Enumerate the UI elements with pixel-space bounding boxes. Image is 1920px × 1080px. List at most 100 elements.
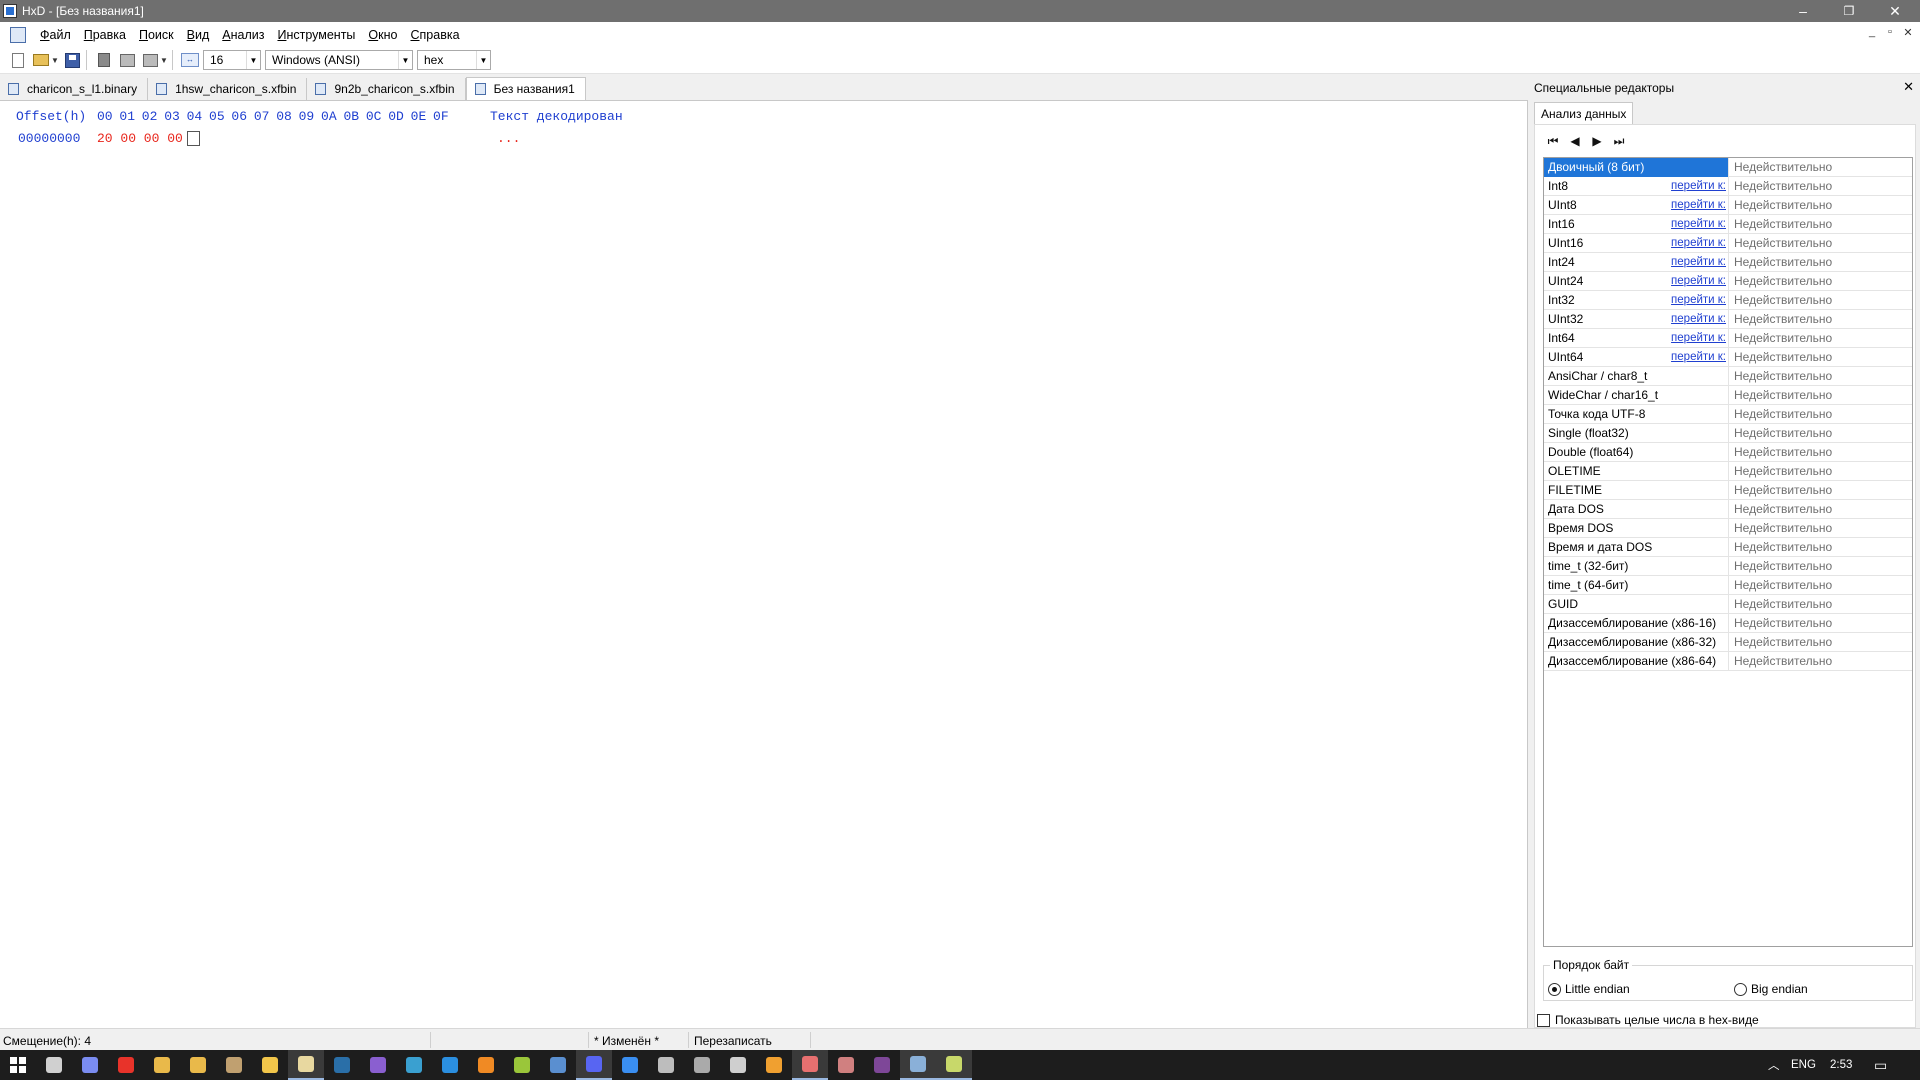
menu-window[interactable]: Окно <box>362 28 404 42</box>
inspector-row[interactable]: Время DOS Недействительно <box>1544 519 1912 538</box>
goto-link[interactable]: перейти к: <box>1667 196 1728 214</box>
taskbar-app-button[interactable] <box>828 1050 864 1080</box>
file-tab[interactable]: charicon_s_l1.binary <box>0 78 149 100</box>
taskbar-app-button[interactable] <box>504 1050 540 1080</box>
bytes-per-row-select[interactable]: 16 ▼ <box>203 50 261 70</box>
taskbar-app-button[interactable] <box>360 1050 396 1080</box>
inspector-row[interactable]: Дизассемблирование (x86-16) Недействитель… <box>1544 614 1912 633</box>
taskbar-app-button[interactable] <box>432 1050 468 1080</box>
panel-close-icon[interactable]: ✕ <box>1903 79 1914 95</box>
close-button[interactable]: ✕ <box>1872 0 1918 22</box>
inspector-row[interactable]: Дата DOS Недействительно <box>1544 500 1912 519</box>
export-dropdown-icon[interactable]: ▼ <box>160 56 168 65</box>
row-decoded-text[interactable]: ... <box>497 131 520 146</box>
export-button[interactable] <box>140 50 160 70</box>
taskbar-app-button[interactable] <box>684 1050 720 1080</box>
taskbar-app-button[interactable] <box>648 1050 684 1080</box>
inspector-row[interactable]: Double (float64) Недействительно <box>1544 443 1912 462</box>
inspector-row[interactable]: UInt24 перейти к: Недействительно <box>1544 272 1912 291</box>
notification-icon[interactable]: ▭ <box>1874 1050 1887 1080</box>
goto-link[interactable]: перейти к: <box>1667 215 1728 233</box>
menu-tools[interactable]: Инструменты <box>271 28 362 42</box>
goto-link[interactable]: перейти к: <box>1667 253 1728 271</box>
inspector-row[interactable]: Дизассемблирование (x86-64) Недействитель… <box>1544 652 1912 671</box>
taskbar-app-button[interactable] <box>144 1050 180 1080</box>
menu-edit[interactable]: Правка <box>78 28 133 42</box>
save-button[interactable] <box>62 50 82 70</box>
charset-select[interactable]: Windows (ANSI) ▼ <box>265 50 413 70</box>
inspector-row[interactable]: time_t (32-бит) Недействительно <box>1544 557 1912 576</box>
next-icon[interactable]: ▶ <box>1589 133 1605 149</box>
goto-link[interactable]: перейти к: <box>1667 348 1728 366</box>
mdi-restore-button[interactable]: ▫ <box>1882 26 1898 38</box>
inspector-row[interactable]: Int16 перейти к: Недействительно <box>1544 215 1912 234</box>
inspector-row[interactable]: Время и дата DOS Недействительно <box>1544 538 1912 557</box>
taskbar-app-button[interactable] <box>36 1050 72 1080</box>
inspector-row[interactable]: UInt32 перейти к: Недействительно <box>1544 310 1912 329</box>
taskbar-app-button[interactable] <box>72 1050 108 1080</box>
taskbar-app-button[interactable] <box>396 1050 432 1080</box>
inspector-row[interactable]: Int24 перейти к: Недействительно <box>1544 253 1912 272</box>
maximize-button[interactable]: ❐ <box>1826 0 1872 22</box>
mdi-minimize-button[interactable]: _ <box>1864 26 1880 38</box>
inspector-row[interactable]: WideChar / char16_t Недействительно <box>1544 386 1912 405</box>
tab-data-inspector[interactable]: Анализ данных <box>1534 102 1634 124</box>
taskbar-app-button[interactable] <box>756 1050 792 1080</box>
last-icon[interactable]: ⏭ <box>1611 133 1627 149</box>
document-icon[interactable] <box>10 26 26 43</box>
inspector-row[interactable]: Int32 перейти к: Недействительно <box>1544 291 1912 310</box>
prev-icon[interactable]: ◀ <box>1567 133 1583 149</box>
language-indicator[interactable]: ENG <box>1791 1050 1816 1080</box>
clock[interactable]: 2:53 <box>1830 1050 1852 1080</box>
goto-link[interactable]: перейти к: <box>1667 234 1728 252</box>
taskbar-app-button[interactable] <box>288 1050 324 1080</box>
file-tab[interactable]: 1hsw_charicon_s.xfbin <box>148 78 308 100</box>
open-dropdown-icon[interactable]: ▼ <box>51 56 59 65</box>
little-endian-radio[interactable]: Little endian <box>1548 982 1630 996</box>
edit-cursor[interactable] <box>187 131 200 146</box>
row-bytes[interactable]: 20 00 00 00 <box>97 131 183 146</box>
inspector-row[interactable]: Int64 перейти к: Недействительно <box>1544 329 1912 348</box>
taskbar-app-button[interactable] <box>180 1050 216 1080</box>
minimize-button[interactable]: – <box>1780 0 1826 22</box>
menu-view[interactable]: Вид <box>181 28 217 42</box>
inspector-row[interactable]: time_t (64-бит) Недействительно <box>1544 576 1912 595</box>
taskbar-app-button[interactable] <box>540 1050 576 1080</box>
print-button[interactable] <box>117 50 137 70</box>
inspector-row[interactable]: UInt64 перейти к: Недействительно <box>1544 348 1912 367</box>
file-tab[interactable]: 9n2b_charicon_s.xfbin <box>307 78 466 100</box>
taskbar-app-button[interactable] <box>108 1050 144 1080</box>
mdi-close-button[interactable]: ✕ <box>1900 26 1916 39</box>
big-endian-radio[interactable]: Big endian <box>1734 982 1808 996</box>
show-hex-checkbox[interactable]: Показывать целые числа в hex-виде <box>1537 1013 1759 1027</box>
taskbar-app-button[interactable] <box>252 1050 288 1080</box>
menu-analysis[interactable]: Анализ <box>216 28 271 42</box>
inspector-row[interactable]: Двоичный (8 бит) Недействительно <box>1544 158 1912 177</box>
taskbar-app-button[interactable] <box>324 1050 360 1080</box>
inspector-row[interactable]: UInt8 перейти к: Недействительно <box>1544 196 1912 215</box>
inspector-row[interactable]: UInt16 перейти к: Недействительно <box>1544 234 1912 253</box>
first-icon[interactable]: ⏮ <box>1545 133 1561 149</box>
offset-base-select[interactable]: hex ▼ <box>417 50 491 70</box>
new-file-button[interactable] <box>8 50 28 70</box>
inspector-row[interactable]: AnsiChar / char8_t Недействительно <box>1544 367 1912 386</box>
start-button[interactable] <box>0 1050 36 1080</box>
menu-file[interactable]: Файл <box>34 28 78 42</box>
goto-link[interactable]: перейти к: <box>1667 272 1728 290</box>
taskbar-app-button[interactable] <box>792 1050 828 1080</box>
taskbar-app-button[interactable] <box>612 1050 648 1080</box>
inspector-row[interactable]: Single (float32) Недействительно <box>1544 424 1912 443</box>
inspector-row[interactable]: FILETIME Недействительно <box>1544 481 1912 500</box>
goto-link[interactable]: перейти к: <box>1667 291 1728 309</box>
goto-link[interactable]: перейти к: <box>1667 329 1728 347</box>
taskbar-app-button[interactable] <box>468 1050 504 1080</box>
tray-chevron-icon[interactable]: ︿ <box>1768 1050 1780 1080</box>
taskbar-app-button[interactable] <box>900 1050 936 1080</box>
taskbar-app-button[interactable] <box>936 1050 972 1080</box>
inspector-row[interactable]: Точка кода UTF-8 Недействительно <box>1544 405 1912 424</box>
inspector-row[interactable]: OLETIME Недействительно <box>1544 462 1912 481</box>
file-tab-active[interactable]: Без названия1 <box>465 77 586 100</box>
close-file-button[interactable] <box>94 50 114 70</box>
goto-link[interactable]: перейти к: <box>1667 310 1728 328</box>
inspector-row[interactable]: GUID Недействительно <box>1544 595 1912 614</box>
